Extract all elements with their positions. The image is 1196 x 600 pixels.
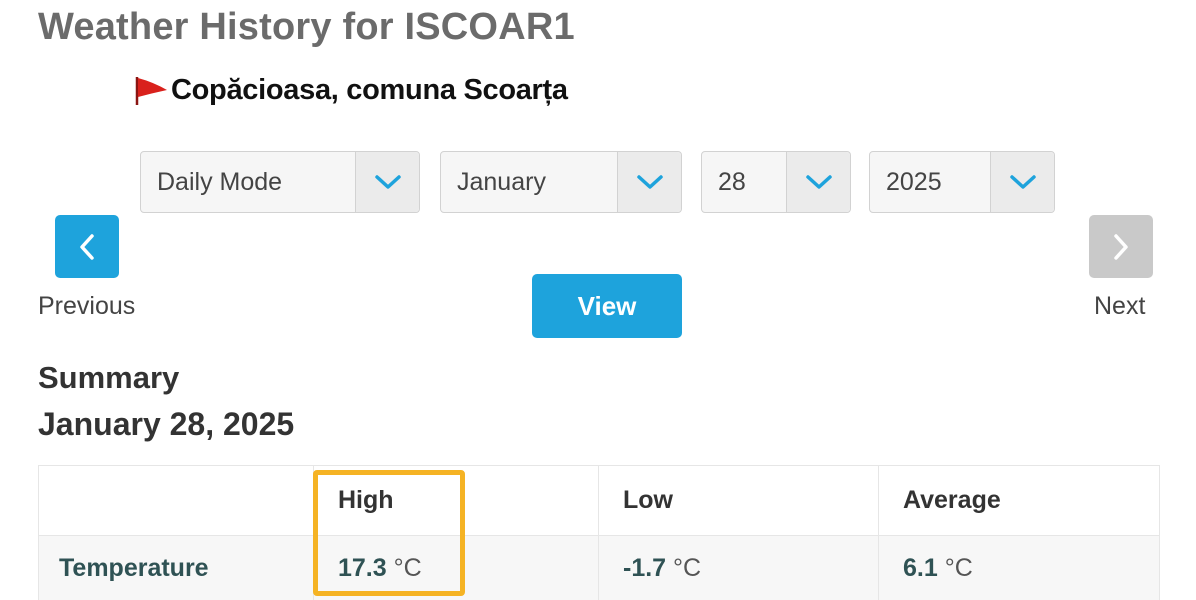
station-location: Copăcioasa, comuna Scoarța — [133, 70, 568, 110]
chevron-down-icon[interactable] — [786, 152, 850, 212]
summary-date: January 28, 2025 — [38, 406, 295, 442]
page-title: Weather History for ISCOAR1 — [38, 6, 575, 48]
column-header-average: Average — [878, 465, 1160, 536]
chevron-down-icon[interactable] — [355, 152, 419, 212]
temperature-average-value: 6.1 — [903, 554, 938, 582]
day-select-value: 28 — [718, 167, 746, 196]
year-select[interactable]: 2025 — [869, 151, 1055, 213]
month-select[interactable]: January — [440, 151, 682, 213]
summary-table: High Low Average Temperature 17.3 °C -1.… — [38, 465, 1160, 600]
flag-icon — [135, 77, 167, 105]
station-name: Copăcioasa, comuna Scoarța — [171, 73, 568, 106]
temperature-low-value: -1.7 — [623, 554, 667, 582]
previous-button[interactable] — [55, 215, 119, 278]
summary-heading: Summary — [38, 360, 180, 395]
day-select[interactable]: 28 — [701, 151, 851, 213]
temperature-high-value: 17.3 — [338, 554, 387, 582]
previous-label[interactable]: Previous — [38, 292, 135, 321]
table-row: Temperature 17.3 °C -1.7 °C 6.1 °C — [38, 535, 1160, 600]
next-label[interactable]: Next — [1094, 292, 1145, 321]
chevron-down-icon[interactable] — [617, 152, 681, 212]
month-select-value: January — [457, 167, 546, 196]
column-header-low: Low — [598, 465, 879, 536]
chevron-left-icon — [80, 233, 94, 260]
temperature-unit: °C — [393, 554, 422, 582]
temperature-unit: °C — [944, 554, 973, 582]
temperature-high-cell: 17.3 °C — [313, 535, 599, 600]
table-header-row: High Low Average — [38, 465, 1160, 536]
column-header-label — [38, 465, 314, 536]
chevron-right-icon — [1114, 233, 1128, 260]
mode-select[interactable]: Daily Mode — [140, 151, 420, 213]
year-select-value: 2025 — [886, 167, 942, 196]
temperature-unit: °C — [673, 554, 702, 582]
next-button[interactable] — [1089, 215, 1153, 278]
mode-select-value: Daily Mode — [157, 167, 283, 196]
view-button[interactable]: View — [532, 274, 682, 338]
temperature-low-cell: -1.7 °C — [598, 535, 879, 600]
chevron-down-icon[interactable] — [990, 152, 1054, 212]
temperature-average-cell: 6.1 °C — [878, 535, 1160, 600]
column-header-high: High — [313, 465, 599, 536]
row-label-temperature: Temperature — [38, 535, 314, 600]
